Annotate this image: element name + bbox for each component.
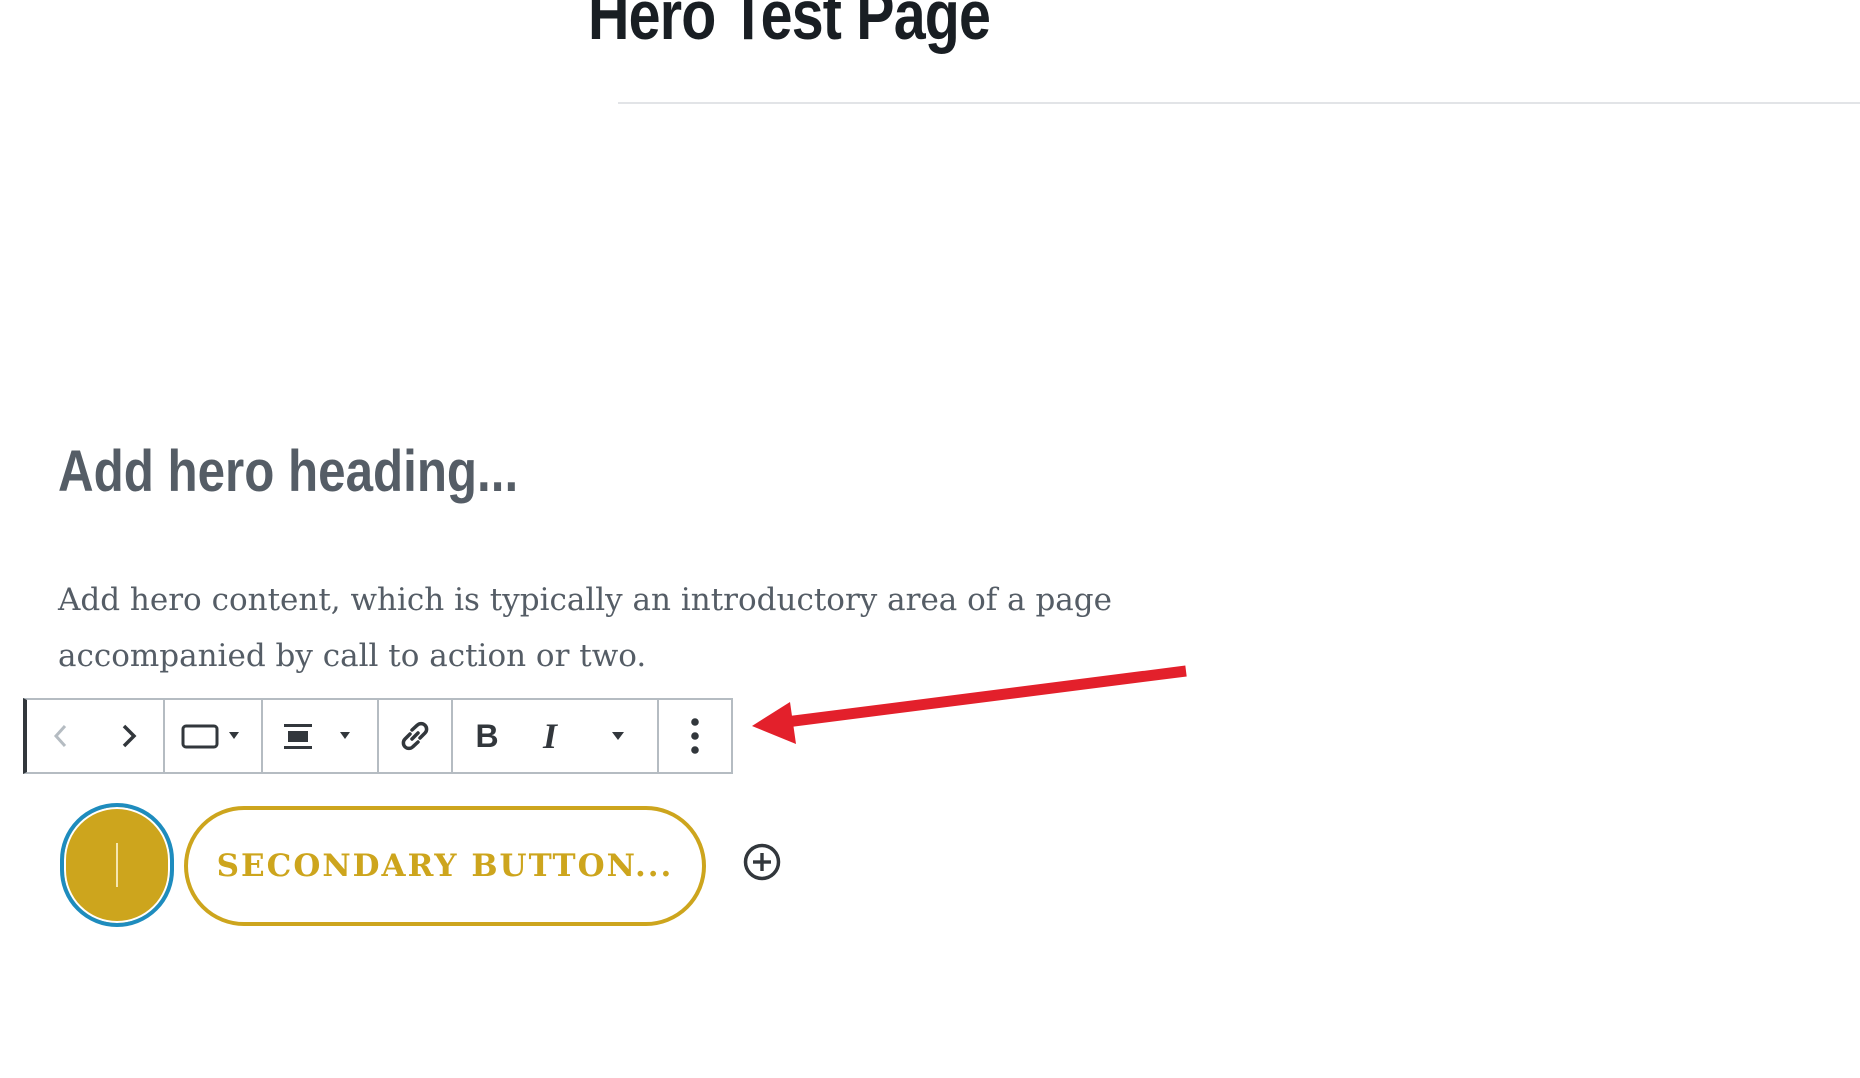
bold-button[interactable]: B (453, 700, 521, 772)
hero-heading-placeholder[interactable]: Add hero heading... (58, 436, 518, 508)
alignment-group (263, 700, 379, 772)
formatting-group: B I (453, 700, 659, 772)
chevron-left-icon (53, 724, 67, 748)
block-toolbar: B I (23, 698, 733, 774)
text-caret (116, 843, 118, 887)
primary-button-editing[interactable] (60, 803, 174, 927)
italic-icon: I (542, 716, 557, 756)
align-center-icon (284, 724, 350, 749)
link-group (379, 700, 453, 772)
bold-icon: B (475, 717, 499, 754)
hero-content-placeholder[interactable]: Add hero content, which is typically an … (58, 572, 1118, 684)
move-left-button[interactable] (27, 700, 95, 772)
button-style-dropdown[interactable] (165, 700, 261, 772)
style-group (165, 700, 263, 772)
link-icon (401, 721, 429, 751)
link-button[interactable] (379, 700, 451, 772)
add-block-icon[interactable] (742, 842, 782, 882)
options-group (659, 700, 731, 772)
title-divider (618, 102, 1860, 104)
mover-group (27, 700, 165, 772)
alignment-dropdown[interactable] (263, 700, 377, 772)
more-formatting-dropdown[interactable] (579, 700, 657, 772)
move-right-button[interactable] (95, 700, 163, 772)
caret-down-icon (612, 732, 624, 740)
italic-button[interactable]: I (521, 700, 579, 772)
more-options-button[interactable] (659, 700, 731, 772)
vertical-ellipsis-icon (691, 718, 699, 754)
page-title[interactable]: Hero Test Page (588, 0, 991, 60)
rectangle-icon (181, 724, 239, 749)
chevron-right-icon (122, 724, 137, 748)
secondary-button[interactable]: SECONDARY BUTTON... (184, 806, 706, 926)
